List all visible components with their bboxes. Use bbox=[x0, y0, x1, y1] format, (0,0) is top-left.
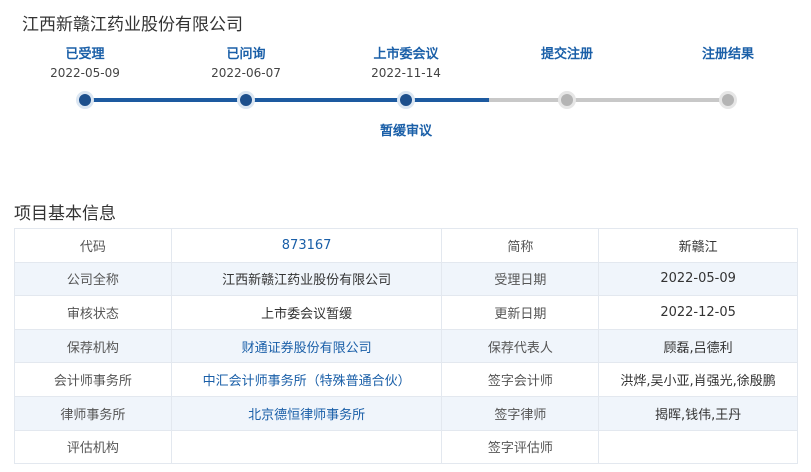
company-title: 江西新赣江药业股份有限公司 bbox=[22, 15, 243, 35]
step-dot-submit-registration bbox=[558, 91, 576, 109]
step-date: 2022-05-09 bbox=[50, 66, 120, 80]
step-registration-result: 注册结果 bbox=[668, 46, 788, 64]
field-key: 简称 bbox=[441, 228, 600, 263]
field-value: 江西新赣江药业股份有限公司 bbox=[170, 261, 443, 297]
field-value: 2022-12-05 bbox=[598, 295, 798, 330]
field-value bbox=[598, 429, 798, 465]
field-value: 新赣江 bbox=[598, 228, 798, 263]
step-accepted: 已受理 2022-05-09 bbox=[25, 46, 145, 82]
step-submit-registration: 提交注册 bbox=[507, 46, 627, 64]
step-date: 2022-06-07 bbox=[211, 66, 281, 80]
field-value bbox=[170, 429, 443, 465]
step-inquired: 已问询 2022-06-07 bbox=[186, 46, 306, 82]
step-label: 提交注册 bbox=[540, 47, 593, 62]
field-key: 评估机构 bbox=[14, 429, 172, 465]
field-value: 顾磊,吕德利 bbox=[598, 328, 798, 364]
field-key: 会计师事务所 bbox=[14, 362, 172, 397]
progress-track-completed bbox=[85, 98, 489, 102]
field-key: 代码 bbox=[14, 228, 172, 263]
step-sub-label-deferred: 暂缓审议 bbox=[379, 124, 432, 139]
step-label: 已受理 bbox=[65, 47, 105, 62]
field-key: 律师事务所 bbox=[14, 395, 172, 431]
law-firm-link[interactable]: 北京德恒律师事务所 bbox=[170, 395, 443, 431]
accounting-firm-link[interactable]: 中汇会计师事务所（特殊普通合伙） bbox=[170, 362, 443, 397]
table-row: 审核状态 上市委会议暂缓 更新日期 2022-12-05 bbox=[14, 295, 798, 330]
table-row: 会计师事务所 中汇会计师事务所（特殊普通合伙） 签字会计师 洪烨,吴小亚,肖强光… bbox=[14, 362, 798, 397]
field-key: 签字会计师 bbox=[441, 362, 600, 397]
step-label: 已问询 bbox=[226, 47, 266, 62]
step-label: 上市委会议 bbox=[373, 47, 439, 62]
progress-track-pending bbox=[489, 98, 728, 102]
project-info-table: 代码 873167 简称 新赣江 公司全称 江西新赣江药业股份有限公司 受理日期… bbox=[14, 228, 798, 465]
sponsor-link[interactable]: 财通证券股份有限公司 bbox=[170, 328, 443, 364]
field-key: 签字律师 bbox=[441, 395, 600, 431]
field-key: 受理日期 bbox=[441, 261, 600, 297]
field-value: 揭晖,钱伟,王丹 bbox=[598, 395, 798, 431]
section-title: 项目基本信息 bbox=[14, 204, 116, 224]
field-key: 更新日期 bbox=[441, 295, 600, 330]
field-value: 2022-05-09 bbox=[598, 261, 798, 297]
field-key: 保荐机构 bbox=[14, 328, 172, 364]
step-date: 2022-11-14 bbox=[371, 66, 441, 80]
field-value: 洪烨,吴小亚,肖强光,徐殷鹏 bbox=[598, 362, 798, 397]
field-key: 审核状态 bbox=[14, 295, 172, 330]
table-row: 保荐机构 财通证券股份有限公司 保荐代表人 顾磊,吕德利 bbox=[14, 328, 798, 364]
step-listing-committee: 上市委会议 2022-11-14 bbox=[346, 46, 466, 82]
step-label: 注册结果 bbox=[701, 47, 754, 62]
table-row: 代码 873167 简称 新赣江 bbox=[14, 228, 798, 263]
table-row: 律师事务所 北京德恒律师事务所 签字律师 揭晖,钱伟,王丹 bbox=[14, 395, 798, 431]
field-key: 公司全称 bbox=[14, 261, 172, 297]
field-key: 签字评估师 bbox=[441, 429, 600, 465]
step-dot-registration-result bbox=[719, 91, 737, 109]
review-progress: 已受理 2022-05-09 已问询 2022-06-07 上市委会议 2022… bbox=[0, 40, 811, 150]
table-row: 评估机构 签字评估师 bbox=[14, 429, 798, 465]
step-dot-accepted bbox=[76, 91, 94, 109]
stock-code-link[interactable]: 873167 bbox=[170, 228, 443, 263]
table-row: 公司全称 江西新赣江药业股份有限公司 受理日期 2022-05-09 bbox=[14, 261, 798, 297]
field-key: 保荐代表人 bbox=[441, 328, 600, 364]
field-value: 上市委会议暂缓 bbox=[170, 295, 443, 330]
step-dot-listing-committee bbox=[397, 91, 415, 109]
step-dot-inquired bbox=[237, 91, 255, 109]
